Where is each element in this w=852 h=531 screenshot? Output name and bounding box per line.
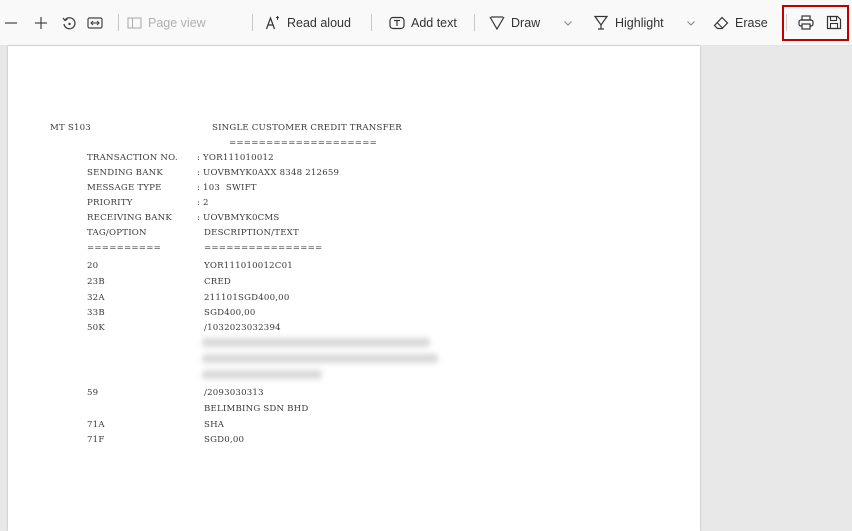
read-aloud-icon [265,15,279,29]
row-tag: 71F [87,435,105,445]
add-text-label: Add text [411,15,457,30]
column-rule-description: ================ [204,243,323,253]
row-tag: 59 [87,388,99,398]
draw-label: Draw [511,15,541,30]
heading-underline: ==================== [229,138,378,148]
row-tag: 20 [87,261,99,271]
row-tag: 23B [87,277,105,287]
row-text: SGD0,00 [204,435,245,445]
page-view-label: Page view [148,15,206,30]
pdf-page: MT S103 SINGLE CUSTOMER CREDIT TRANSFER … [8,46,700,531]
row-text: YOR111010012C01 [204,261,293,271]
row-text: /2093030313 [204,388,264,398]
field-value: : YOR111010012 [197,153,274,163]
redacted-text [202,354,438,363]
field-label: SENDING BANK [87,168,163,178]
page-view-icon [127,16,142,29]
read-aloud-button[interactable]: Read aloud [265,0,351,45]
plus-icon [35,16,47,29]
page-view-button[interactable]: Page view [127,0,206,45]
row-tag: 71A [87,420,105,430]
field-label: RECEIVING BANK [87,213,172,223]
toolbar-separator [118,14,119,31]
field-label: PRIORITY [87,198,133,208]
redacted-text [202,338,430,347]
row-tag: 32A [87,293,105,303]
chevron-down-icon [687,20,695,26]
field-label: TRANSACTION NO. [87,153,178,163]
column-header-tag: TAG/OPTION [87,228,147,238]
document-heading: SINGLE CUSTOMER CREDIT TRANSFER [212,123,402,133]
draw-icon [489,15,505,30]
rotate-icon [62,16,76,29]
fit-to-width-button[interactable] [87,0,103,45]
field-value: : 103 SWIFT [197,183,257,193]
document-viewer[interactable]: MT S103 SINGLE CUSTOMER CREDIT TRANSFER … [0,46,852,531]
add-text-button[interactable]: Add text [389,0,457,45]
toolbar-separator [252,14,253,31]
row-text: SGD400,00 [204,308,256,318]
column-rule-tag: ========== [87,243,162,253]
erase-button[interactable]: Erase [713,0,768,45]
add-text-icon [389,16,405,29]
field-value: : UOVBMYK0CMS [197,213,280,223]
row-text: /1032023032394 [204,323,281,333]
field-label: MESSAGE TYPE [87,183,162,193]
zoom-out-button[interactable] [4,0,18,45]
row-text: 211101SGD400,00 [204,293,290,303]
field-value: : 2 [197,198,209,208]
swift-message-document: MT S103 SINGLE CUSTOMER CREDIT TRANSFER … [8,46,700,531]
highlight-icon [593,15,609,30]
draw-button[interactable]: Draw [489,0,540,45]
red-highlight-box [782,5,849,41]
toolbar-separator [371,14,372,31]
eraser-icon [713,16,729,29]
highlight-button[interactable]: Highlight [593,0,664,45]
rotate-button[interactable] [61,0,77,45]
row-text: BELIMBING SDN BHD [204,404,309,414]
highlight-options-dropdown[interactable] [686,0,696,45]
redacted-text [202,370,322,379]
minus-icon [5,21,17,24]
mt-code: MT S103 [50,123,91,133]
row-tag: 33B [87,308,105,318]
draw-options-dropdown[interactable] [563,0,573,45]
pdf-toolbar: Page view Read aloud Add text Draw Highl… [0,0,852,46]
zoom-in-button[interactable] [34,0,48,45]
chevron-down-icon [564,20,572,26]
erase-label: Erase [735,15,768,30]
fit-width-icon [87,16,103,29]
column-header-description: DESCRIPTION/TEXT [204,228,299,238]
row-text: SHA [204,420,225,430]
row-text: CRED [204,277,232,287]
field-value: : UOVBMYK0AXX 8348 212659 [197,168,340,178]
highlight-label: Highlight [615,15,664,30]
toolbar-separator [474,14,475,31]
row-tag: 50K [87,323,105,333]
read-aloud-label: Read aloud [287,15,351,30]
